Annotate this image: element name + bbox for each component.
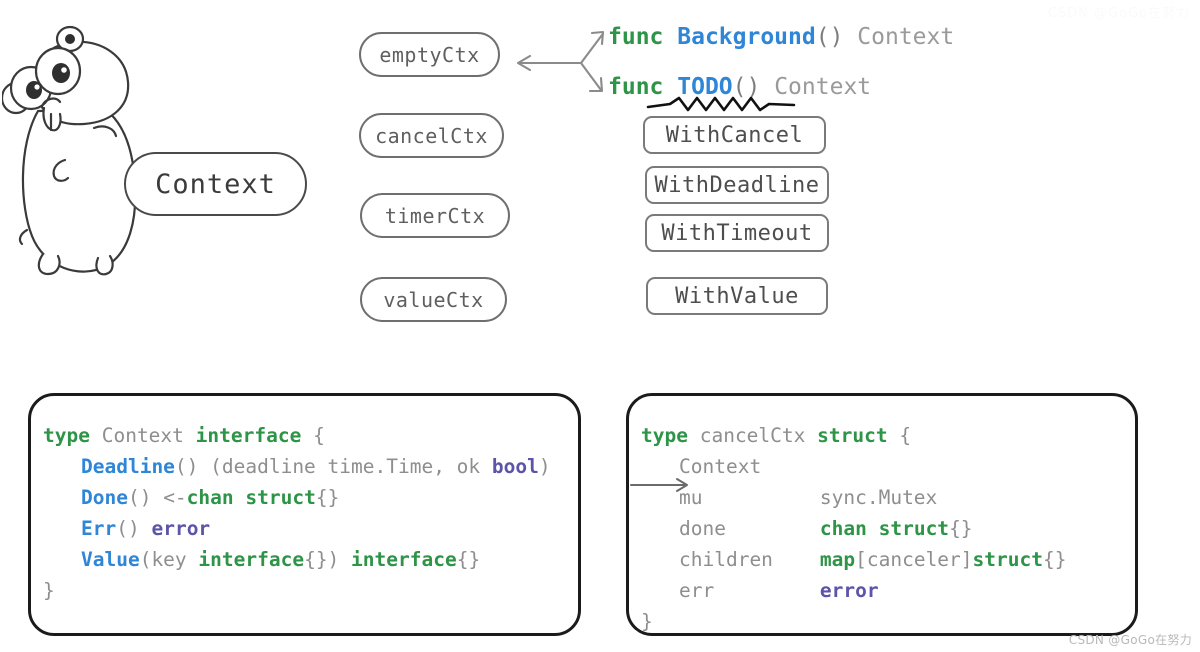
- ctx-pill-label: valueCtx: [383, 287, 484, 312]
- code-line: Value(key interface{}) interface{}: [31, 544, 578, 575]
- parens: (): [116, 517, 152, 540]
- method-signature: () (deadline time.Time, ok: [174, 455, 492, 478]
- with-cancel-box[interactable]: WithCancel: [643, 116, 826, 154]
- empty-braces: {}: [1042, 548, 1067, 571]
- field-children: children: [679, 548, 773, 571]
- method-err: Err: [81, 517, 117, 540]
- with-box-label: WithValue: [675, 283, 799, 309]
- braces-close: {}): [304, 548, 352, 571]
- type-error: error: [819, 579, 879, 602]
- field-type-sync-mutex: sync.Mutex: [819, 486, 938, 509]
- type-error: error: [151, 517, 211, 540]
- watermark-top-right: CSDN @GoGo在努力: [1047, 6, 1190, 21]
- ctx-pill-label: emptyCtx: [379, 42, 480, 67]
- param-key: (key: [139, 548, 199, 571]
- keyword-chan: chan: [186, 486, 234, 509]
- func-name-background: Background: [677, 24, 816, 50]
- map-key-canceler: [canceler]: [855, 548, 973, 571]
- field-err: err: [679, 579, 715, 602]
- branching-arrow-icon: [505, 18, 615, 108]
- ctx-pill-valuectx[interactable]: valueCtx: [360, 277, 507, 322]
- code-line: done chan struct{}: [629, 513, 1135, 544]
- keyword-chan: chan: [819, 517, 867, 540]
- empty-braces: {}: [949, 517, 973, 540]
- mu-pointer-arrow-icon: [629, 473, 693, 493]
- squiggly-underline-icon: [646, 96, 796, 114]
- func-parens: (): [815, 24, 844, 50]
- diagram-canvas: Context emptyCtx cancelCtx timerCtx valu…: [0, 0, 1200, 652]
- chan-arrow: () <-: [127, 486, 187, 509]
- code-line: }: [31, 575, 578, 606]
- func-background-signature: func Background() Context: [608, 24, 954, 50]
- ctx-pill-label: cancelCtx: [375, 123, 488, 148]
- watermark-bottom-right: CSDN @GoGo在努力: [1068, 633, 1192, 647]
- close-paren: ): [538, 455, 551, 478]
- with-timeout-box[interactable]: WithTimeout: [645, 214, 829, 252]
- code-line: err error: [629, 575, 1135, 606]
- code-line: Done() <-chan struct{}: [31, 482, 578, 513]
- code-line: Err() error: [31, 513, 578, 544]
- type-name-cancelctx: cancelCtx: [699, 424, 806, 447]
- context-interface-code-box: type Context interface { Deadline() (dea…: [28, 393, 581, 636]
- open-brace: {: [899, 424, 912, 447]
- method-value: Value: [81, 548, 140, 571]
- keyword-type: type: [43, 424, 90, 447]
- close-brace: }: [641, 610, 653, 633]
- keyword-struct: struct: [245, 486, 316, 509]
- open-brace: {: [313, 424, 325, 447]
- method-done: Done: [81, 486, 128, 509]
- type-name-context: Context: [101, 424, 184, 447]
- empty-braces: {}: [456, 548, 481, 571]
- with-box-label: WithCancel: [665, 122, 804, 148]
- keyword-interface: interface: [195, 424, 302, 447]
- keyword-map: map: [819, 548, 856, 571]
- ctx-pill-timerctx[interactable]: timerCtx: [360, 193, 510, 238]
- with-deadline-box[interactable]: WithDeadline: [645, 166, 829, 204]
- context-pill[interactable]: Context: [124, 152, 307, 216]
- keyword-interface: interface: [351, 548, 457, 571]
- keyword-struct: struct: [972, 548, 1043, 571]
- with-box-label: WithTimeout: [661, 220, 813, 246]
- close-brace: }: [43, 579, 55, 602]
- context-pill-label: Context: [155, 168, 276, 200]
- code-line: Context: [629, 451, 1135, 482]
- code-line: type Context interface {: [31, 420, 578, 451]
- with-box-label: WithDeadline: [654, 172, 820, 198]
- code-line: mu sync.Mutex: [629, 482, 1135, 513]
- func-return-type: Context: [857, 24, 955, 50]
- field-done: done: [679, 517, 726, 540]
- cancelctx-struct-code-box: type cancelCtx struct { Context mu sync.…: [626, 393, 1138, 636]
- keyword-struct: struct: [878, 517, 950, 540]
- keyword-interface: interface: [198, 548, 305, 571]
- keyword-func: func: [608, 24, 664, 50]
- type-bool: bool: [491, 455, 539, 478]
- method-deadline: Deadline: [81, 455, 175, 478]
- code-line: }: [629, 606, 1135, 633]
- ctx-pill-cancelctx[interactable]: cancelCtx: [359, 113, 504, 158]
- code-line: type cancelCtx struct {: [629, 420, 1135, 451]
- keyword-type: type: [641, 424, 688, 447]
- code-line: children map[canceler]struct{}: [629, 544, 1135, 575]
- keyword-struct: struct: [817, 424, 888, 447]
- empty-braces: {}: [315, 486, 340, 509]
- ctx-pill-label: timerCtx: [384, 203, 486, 228]
- code-line: Deadline() (deadline time.Time, ok bool): [31, 451, 578, 482]
- ctx-pill-emptyctx[interactable]: emptyCtx: [359, 32, 500, 77]
- with-value-box[interactable]: WithValue: [646, 277, 828, 315]
